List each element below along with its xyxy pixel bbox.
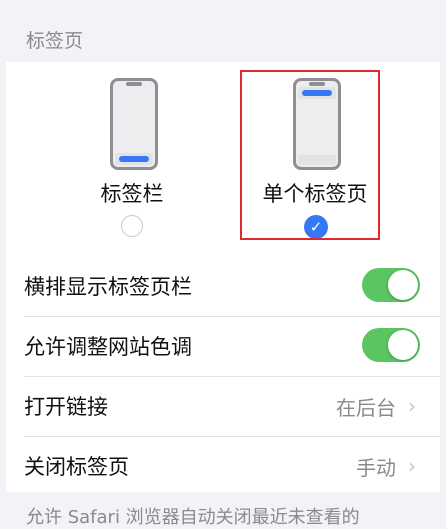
footer-description: 允许 Safari 浏览器自动关闭最近未查看的	[26, 507, 360, 528]
row-close-tabs[interactable]: 关闭标签页 手动 ›	[6, 436, 440, 496]
toggle-knob	[388, 330, 418, 360]
chevron-right-icon: ›	[408, 454, 416, 478]
row-landscape-tab-bar: 横排显示标签页栏	[6, 256, 440, 316]
layout-label-tab-bar: 标签栏	[100, 182, 164, 206]
selection-highlight-box	[240, 70, 380, 240]
row-divider	[24, 376, 440, 377]
close-tabs-value: 手动	[356, 456, 396, 480]
row-label: 横排显示标签页栏	[24, 275, 192, 299]
phone-notch	[126, 82, 142, 86]
open-links-value: 在后台	[336, 396, 396, 420]
radio-tab-bar[interactable]	[121, 215, 143, 237]
row-label: 关闭标签页	[24, 455, 129, 479]
tabs-settings-group: 标签栏 单个标签页 ✓ 横排显示标签页栏 允许调整网站色调 打开链接 在后台 ›…	[6, 62, 440, 492]
row-open-links[interactable]: 打开链接 在后台 ›	[6, 376, 440, 436]
website-tinting-toggle[interactable]	[362, 328, 420, 362]
row-label: 允许调整网站色调	[24, 335, 192, 359]
tab-bar-pill	[119, 156, 149, 162]
row-divider	[24, 436, 440, 437]
row-divider	[24, 316, 440, 317]
bottom-tab-bar	[115, 153, 153, 165]
chevron-right-icon: ›	[408, 394, 416, 418]
landscape-tab-bar-toggle[interactable]	[362, 268, 420, 302]
phone-tab-bar-icon	[110, 78, 158, 170]
row-label: 打开链接	[24, 395, 108, 419]
layout-option-tab-bar[interactable]: 标签栏	[52, 62, 212, 250]
tab-layout-picker: 标签栏 单个标签页 ✓	[6, 62, 440, 250]
toggle-knob	[388, 270, 418, 300]
row-website-tinting: 允许调整网站色调	[6, 316, 440, 376]
section-header: 标签页	[26, 30, 84, 52]
